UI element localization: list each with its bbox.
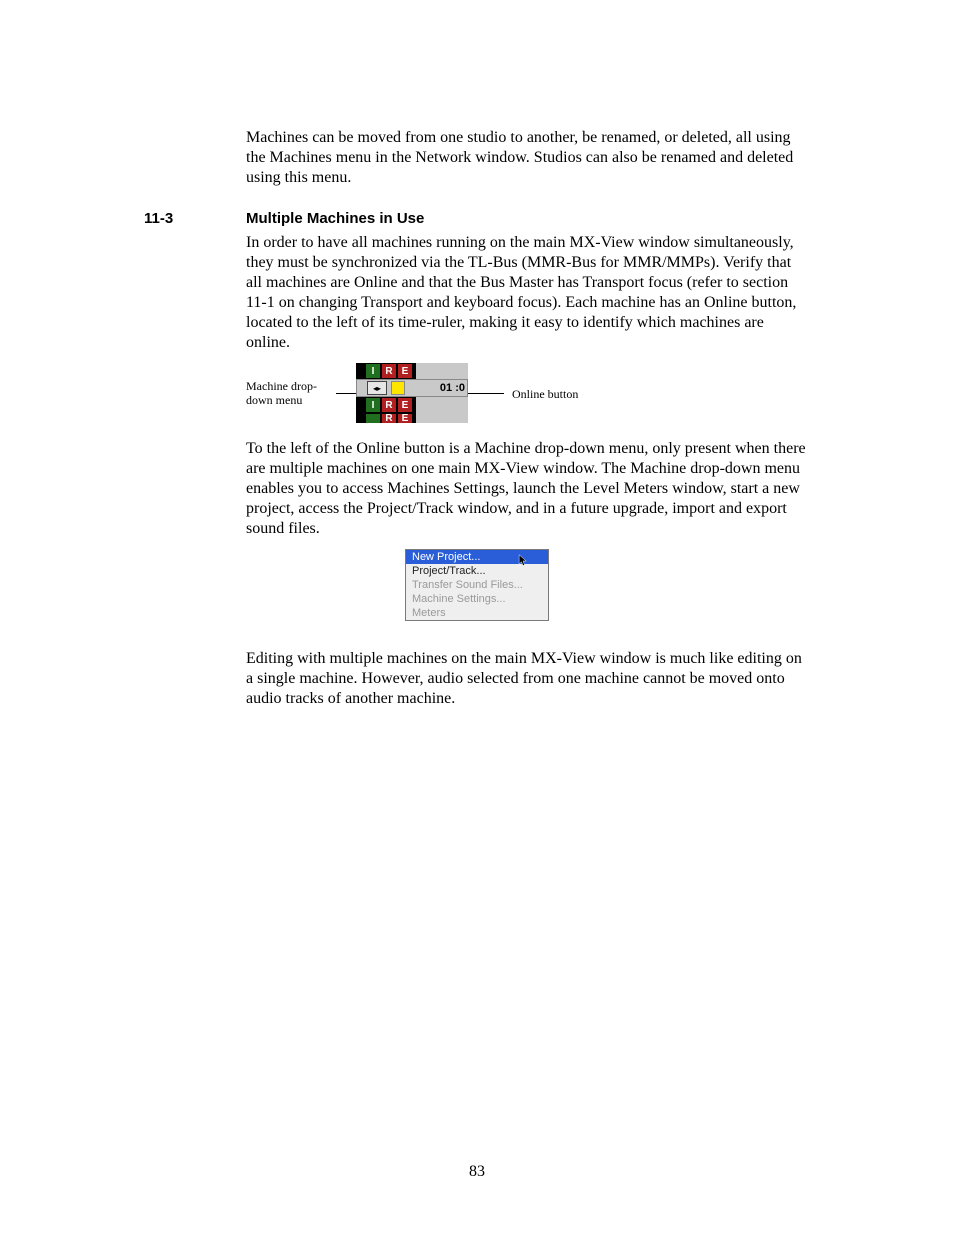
i-badge-icon bbox=[366, 414, 380, 423]
row-prefix bbox=[356, 363, 364, 379]
page-number: 83 bbox=[0, 1163, 954, 1181]
callout-line-right bbox=[468, 393, 504, 394]
menu-item-new-project[interactable]: New Project... bbox=[406, 550, 548, 564]
paragraph-editing: Editing with multiple machines on the ma… bbox=[144, 649, 810, 709]
figure-right-caption: Online button bbox=[512, 387, 578, 402]
figure-left-caption-l2: down menu bbox=[246, 393, 302, 407]
row-gray bbox=[416, 363, 468, 379]
machine-dropdown-button[interactable]: ◂▸ bbox=[367, 381, 387, 395]
machine-dropdown-menu: New Project...Project/Track...Transfer S… bbox=[405, 549, 549, 621]
menu-item-project-track[interactable]: Project/Track... bbox=[406, 564, 548, 578]
machine-row-3: R E bbox=[356, 413, 468, 423]
ire-block: I R E bbox=[364, 397, 416, 413]
online-button[interactable] bbox=[391, 381, 405, 395]
r-badge-icon: R bbox=[382, 364, 396, 378]
e-badge-icon: E bbox=[398, 364, 412, 378]
e-badge-icon: E bbox=[398, 414, 412, 423]
paragraph-dropdown: To the left of the Online button is a Ma… bbox=[144, 439, 810, 539]
row-prefix bbox=[356, 397, 364, 413]
menu-item-meters: Meters bbox=[406, 606, 548, 620]
paragraph-sync: In order to have all machines running on… bbox=[144, 233, 810, 353]
row-gray bbox=[416, 397, 468, 413]
section-heading-row: 11-3 Multiple Machines in Use bbox=[144, 210, 810, 227]
figure-online-button: Machine drop- down menu I R E ◂▸ 01 :0 bbox=[246, 363, 746, 423]
page: Machines can be moved from one studio to… bbox=[0, 0, 954, 1235]
menu-item-machine-settings: Machine Settings... bbox=[406, 592, 548, 606]
ire-block: R E bbox=[364, 413, 416, 423]
row-gray bbox=[416, 413, 468, 423]
section-number: 11-3 bbox=[144, 210, 246, 227]
machine-row-2: I R E bbox=[356, 397, 468, 413]
machine-row-1: I R E bbox=[356, 363, 468, 379]
e-badge-icon: E bbox=[398, 398, 412, 412]
figure-left-caption-l1: Machine drop- bbox=[246, 379, 317, 393]
callout-line-left bbox=[336, 393, 356, 394]
i-badge-icon: I bbox=[366, 398, 380, 412]
time-display: 01 :0 bbox=[440, 382, 465, 394]
r-badge-icon: R bbox=[382, 398, 396, 412]
paragraph-intro: Machines can be moved from one studio to… bbox=[144, 128, 810, 188]
ire-block: I R E bbox=[364, 363, 416, 379]
menu-item-transfer-sound-files: Transfer Sound Files... bbox=[406, 578, 548, 592]
row-prefix bbox=[356, 413, 364, 423]
machine-strip: I R E ◂▸ 01 :0 I R E bbox=[356, 363, 468, 423]
i-badge-icon: I bbox=[366, 364, 380, 378]
online-row: ◂▸ 01 :0 bbox=[356, 379, 468, 397]
section-title: Multiple Machines in Use bbox=[246, 210, 424, 227]
r-badge-icon: R bbox=[382, 414, 396, 423]
figure-left-caption: Machine drop- down menu bbox=[246, 379, 336, 408]
